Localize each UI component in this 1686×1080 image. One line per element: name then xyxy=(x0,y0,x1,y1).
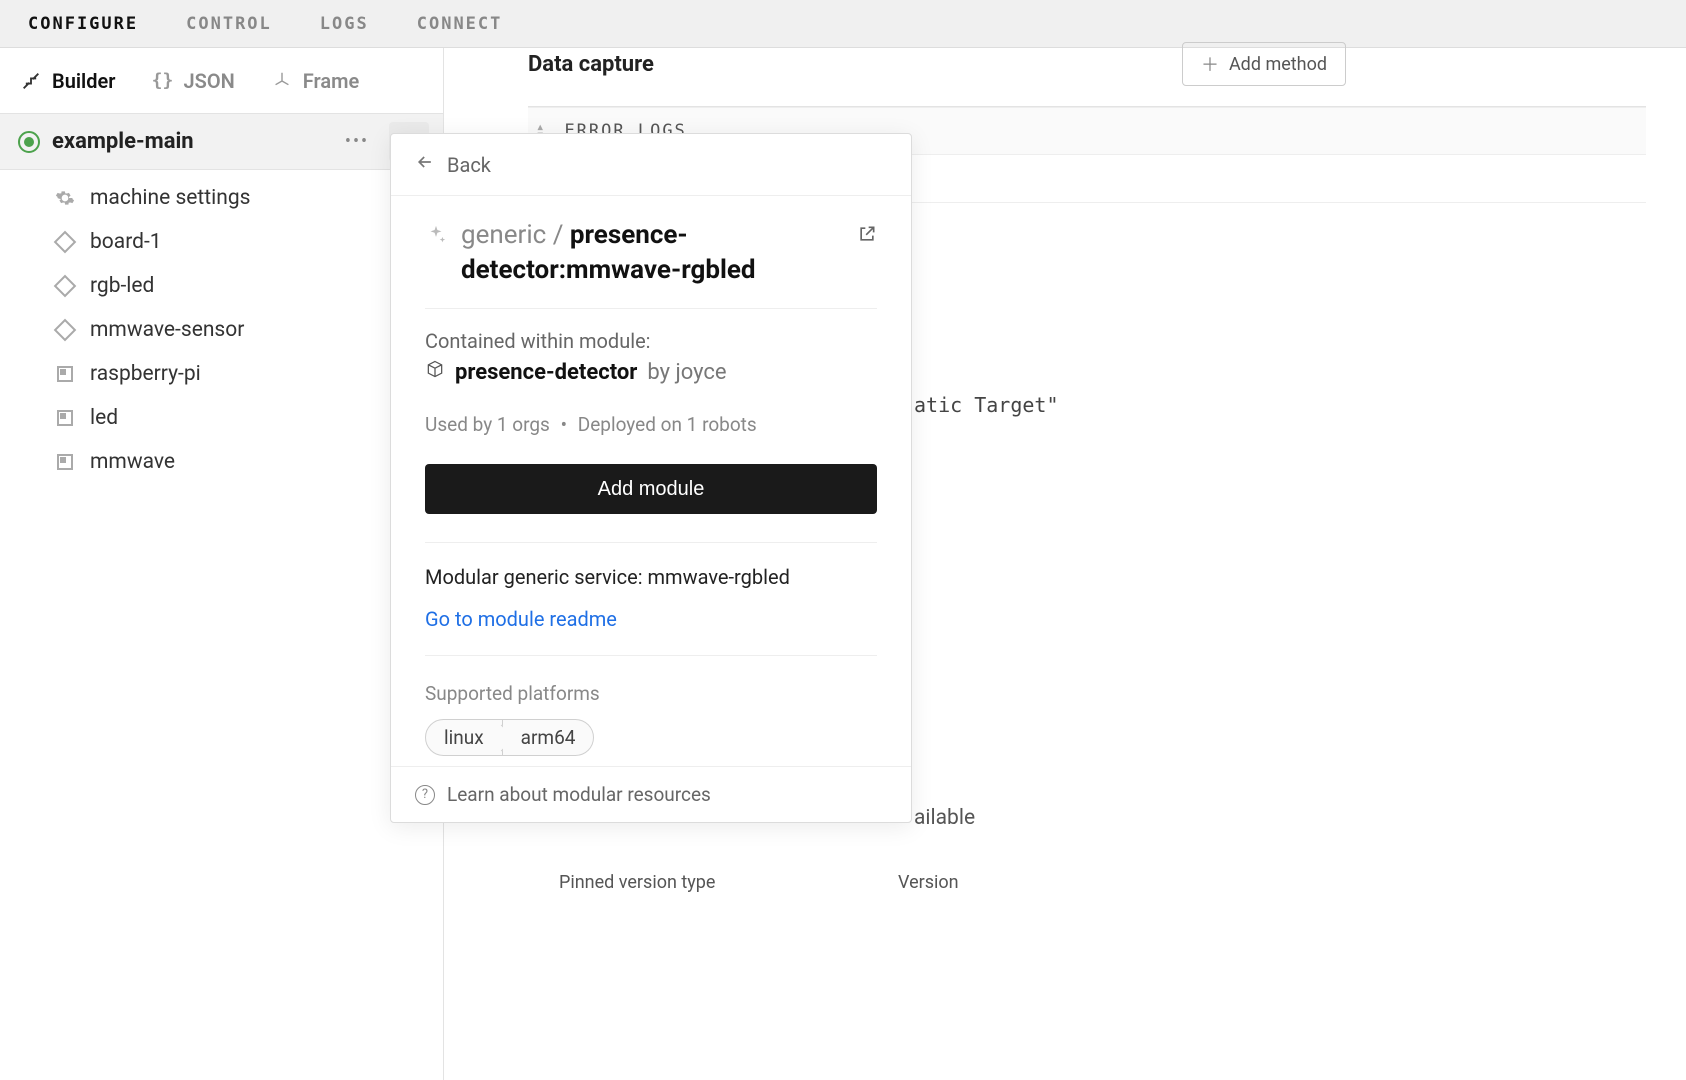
module-title: generic / presence-detector:mmwave-rgble… xyxy=(461,218,843,288)
module-icon xyxy=(54,407,76,429)
open-external-button[interactable] xyxy=(857,224,877,249)
module-title-prefix: generic / xyxy=(461,220,570,250)
learn-more-link[interactable]: ? Learn about modular resources xyxy=(391,766,911,822)
sidebar-items: machine settings board-1 rgb-led mmwave-… xyxy=(0,170,443,484)
top-nav: CONFIGURE CONTROL LOGS CONNECT xyxy=(0,0,1686,48)
sidebar-item-label: board-1 xyxy=(90,230,162,254)
sidebar-item-label: mmwave xyxy=(90,450,175,474)
machine-more-button[interactable]: ••• xyxy=(337,122,377,162)
sidebar-item-board-1[interactable]: board-1 xyxy=(0,220,443,264)
wrench-icon xyxy=(20,70,42,92)
readme-link[interactable]: Go to module readme xyxy=(425,607,617,631)
bg-available-text: ailable xyxy=(914,806,975,830)
back-label: Back xyxy=(447,153,491,177)
sidebar-item-label: mmwave-sensor xyxy=(90,318,244,342)
module-icon xyxy=(54,451,76,473)
version-label: Version xyxy=(898,872,959,893)
tab-builder-label: Builder xyxy=(52,69,115,93)
module-popover: Back generic / presence-detector:mmwave-… xyxy=(390,133,912,823)
add-method-button[interactable]: ＋ Add method xyxy=(1182,42,1346,86)
back-button[interactable]: Back xyxy=(391,134,911,196)
diamond-icon xyxy=(54,275,76,297)
nav-logs[interactable]: LOGS xyxy=(320,14,369,34)
tab-frame[interactable]: Frame xyxy=(271,69,359,93)
tab-json-label: JSON xyxy=(183,69,234,93)
sidebar-item-label: raspberry-pi xyxy=(90,362,201,386)
code-fragment: atic Target" xyxy=(914,393,1059,417)
parent-module-author: joyce xyxy=(675,360,726,385)
usage-stats: Used by 1 orgs • Deployed on 1 robots xyxy=(425,413,877,436)
sidebar-item-machine-settings[interactable]: machine settings xyxy=(0,176,443,220)
usage-orgs: Used by 1 orgs xyxy=(425,413,550,436)
platform-os-chip: linux xyxy=(425,719,503,756)
nav-connect[interactable]: CONNECT xyxy=(417,14,503,34)
sidebar-item-raspberry-pi[interactable]: raspberry-pi xyxy=(0,352,443,396)
builder-tabs: Builder {} JSON Frame xyxy=(0,48,443,114)
service-line: Modular generic service: mmwave-rgbled xyxy=(425,565,877,589)
tab-frame-label: Frame xyxy=(303,69,359,93)
nav-control[interactable]: CONTROL xyxy=(186,14,272,34)
diamond-icon xyxy=(54,231,76,253)
sidebar-item-led[interactable]: led xyxy=(0,396,443,440)
usage-robots: Deployed on 1 robots xyxy=(578,413,757,436)
sidebar-item-label: rgb-led xyxy=(90,274,154,298)
nav-configure[interactable]: CONFIGURE xyxy=(28,14,138,34)
sidebar-item-label: machine settings xyxy=(90,186,251,210)
add-module-button[interactable]: Add module xyxy=(425,464,877,514)
learn-more-label: Learn about modular resources xyxy=(447,783,711,806)
sparkle-icon xyxy=(425,224,447,251)
sidebar: Builder {} JSON Frame example-main ••• ＋ xyxy=(0,48,444,1080)
gear-icon xyxy=(54,187,76,209)
parent-module-name: presence-detector xyxy=(455,360,637,385)
sidebar-item-mmwave[interactable]: mmwave xyxy=(0,440,443,484)
machine-header: example-main ••• ＋ xyxy=(0,114,443,170)
diamond-icon xyxy=(54,319,76,341)
sidebar-item-label: led xyxy=(90,406,118,430)
ellipsis-icon: ••• xyxy=(345,131,369,152)
machine-name[interactable]: example-main xyxy=(52,129,325,154)
help-icon: ? xyxy=(415,785,435,805)
pinned-version-label: Pinned version type xyxy=(559,872,715,893)
platforms-label: Supported platforms xyxy=(425,682,877,705)
by-prefix: by xyxy=(647,360,675,385)
axes-icon xyxy=(271,70,293,92)
plus-icon: ＋ xyxy=(1201,51,1219,77)
arrow-left-icon xyxy=(415,152,435,177)
tab-json[interactable]: {} JSON xyxy=(151,69,234,93)
status-live-icon xyxy=(18,131,40,153)
braces-icon: {} xyxy=(151,70,173,92)
tab-builder[interactable]: Builder xyxy=(20,69,115,93)
platform-arch-chip: arm64 xyxy=(503,719,595,756)
platform-chips: linux arm64 xyxy=(425,719,877,756)
package-icon xyxy=(425,359,445,385)
sidebar-item-rgb-led[interactable]: rgb-led xyxy=(0,264,443,308)
parent-module: presence-detector by joyce xyxy=(425,359,877,385)
add-method-label: Add method xyxy=(1229,54,1327,75)
contained-label: Contained within module: xyxy=(425,329,877,353)
module-icon xyxy=(54,363,76,385)
sidebar-item-mmwave-sensor[interactable]: mmwave-sensor xyxy=(0,308,443,352)
section-data-capture-title: Data capture xyxy=(528,52,654,77)
